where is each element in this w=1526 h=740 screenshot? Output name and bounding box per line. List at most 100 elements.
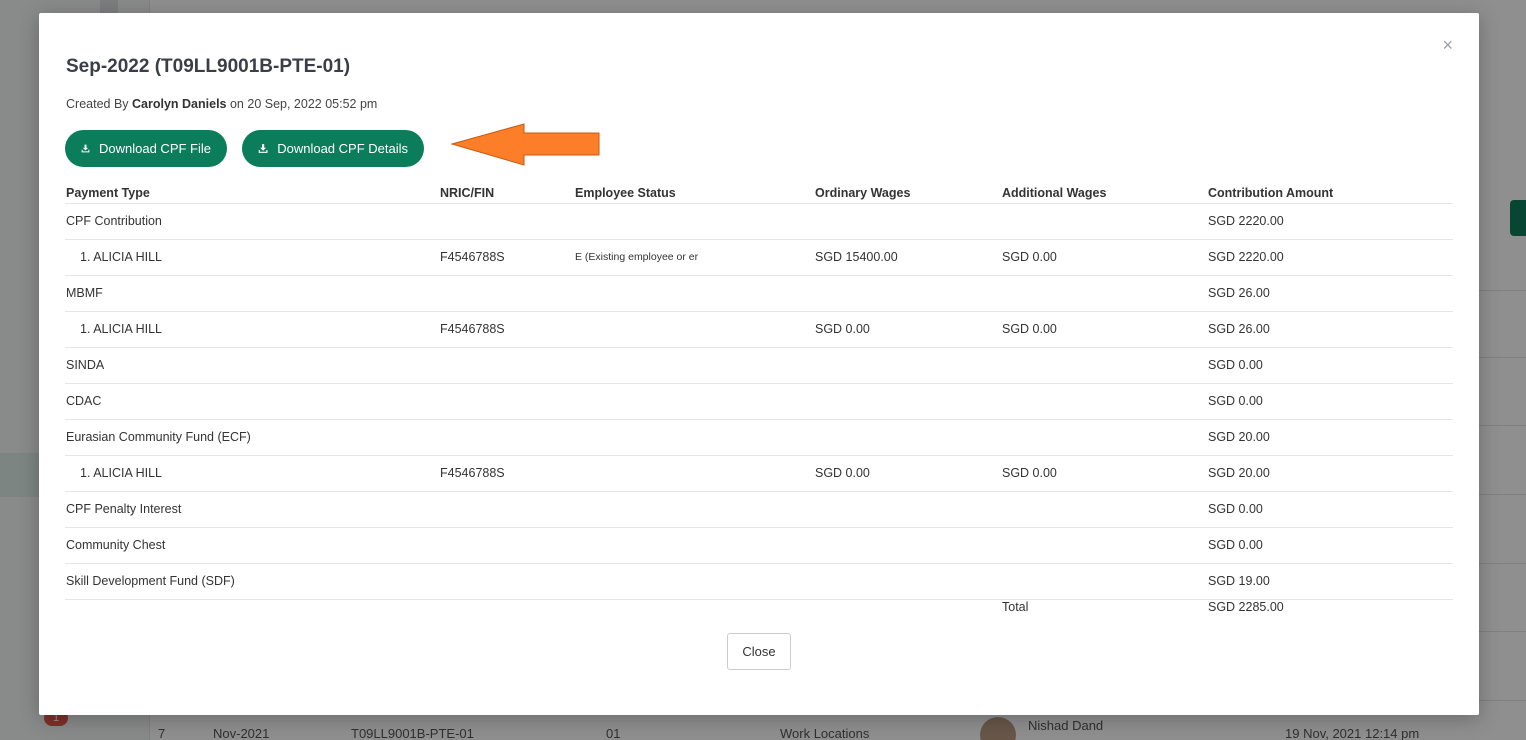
cell-employee-status	[574, 491, 814, 528]
cell-contribution-amount: SGD 19.00	[1207, 563, 1453, 600]
cell-additional-wages	[1001, 383, 1207, 420]
table-row: 1. ALICIA HILL F4546788S SGD 0.00 SGD 0.…	[65, 311, 1453, 348]
table-row: SINDA SGD 0.00	[65, 347, 1453, 384]
close-button[interactable]: Close	[727, 633, 791, 670]
created-prefix: Created By	[66, 97, 129, 111]
cell-additional-wages: SGD 0.00	[1001, 239, 1207, 276]
cell-payment-type: 1. ALICIA HILL	[65, 311, 439, 348]
cell-employee-status	[574, 419, 814, 456]
download-icon	[258, 144, 268, 153]
download-icon	[81, 144, 90, 153]
cell-employee-status	[574, 311, 814, 348]
cell-ordinary-wages	[814, 563, 1001, 600]
cell-employee-status	[574, 275, 814, 312]
cell-nric	[439, 563, 574, 600]
cell-payment-type: Eurasian Community Fund (ECF)	[65, 419, 439, 456]
cell-ordinary-wages	[814, 203, 1001, 240]
download-cpf-file-label: Download CPF File	[99, 141, 211, 156]
table-row: Eurasian Community Fund (ECF) SGD 20.00	[65, 419, 1453, 456]
cell-additional-wages	[1001, 203, 1207, 240]
cell-employee-status	[574, 527, 814, 564]
header-additional-wages: Additional Wages	[1001, 183, 1207, 204]
total-amount: SGD 2285.00	[1208, 599, 1284, 614]
cell-contribution-amount: SGD 20.00	[1207, 455, 1453, 492]
close-icon[interactable]: ×	[1442, 35, 1453, 55]
cell-contribution-amount: SGD 0.00	[1207, 527, 1453, 564]
cell-nric	[439, 347, 574, 384]
table-row: Skill Development Fund (SDF) SGD 19.00	[65, 563, 1453, 600]
cell-payment-type: Skill Development Fund (SDF)	[65, 563, 439, 600]
cell-additional-wages: SGD 0.00	[1001, 455, 1207, 492]
cell-employee-status: E (Existing employee or er	[574, 239, 814, 276]
table-row: CDAC SGD 0.00	[65, 383, 1453, 420]
cell-additional-wages	[1001, 527, 1207, 564]
cell-nric	[439, 527, 574, 564]
download-cpf-details-button[interactable]: Download CPF Details	[242, 130, 424, 167]
cell-additional-wages	[1001, 275, 1207, 312]
modal-title: Sep-2022 (T09LL9001B-PTE-01)	[66, 56, 351, 77]
cell-payment-type: SINDA	[65, 347, 439, 384]
cell-payment-type: Community Chest	[65, 527, 439, 564]
table-row: MBMF SGD 26.00	[65, 275, 1453, 312]
header-payment-type: Payment Type	[65, 183, 439, 204]
cpf-details-table: Payment Type NRIC/FIN Employee Status Or…	[65, 183, 1453, 621]
cell-contribution-amount: SGD 26.00	[1207, 275, 1453, 312]
cell-payment-type: CDAC	[65, 383, 439, 420]
cell-ordinary-wages: SGD 0.00	[814, 311, 1001, 348]
cpf-submission-modal: × Sep-2022 (T09LL9001B-PTE-01) Created B…	[39, 13, 1479, 715]
cell-ordinary-wages	[814, 527, 1001, 564]
header-nric: NRIC/FIN	[439, 183, 574, 204]
table-header-row: Payment Type NRIC/FIN Employee Status Or…	[65, 183, 1453, 204]
cell-nric	[439, 419, 574, 456]
cell-additional-wages	[1001, 347, 1207, 384]
cell-ordinary-wages: SGD 0.00	[814, 455, 1001, 492]
cell-payment-type: MBMF	[65, 275, 439, 312]
cell-employee-status	[574, 563, 814, 600]
cell-payment-type: CPF Contribution	[65, 203, 439, 240]
cell-ordinary-wages	[814, 491, 1001, 528]
header-contribution-amount: Contribution Amount	[1207, 183, 1453, 204]
table-row: CPF Penalty Interest SGD 0.00	[65, 491, 1453, 528]
cell-employee-status	[574, 383, 814, 420]
cell-nric	[439, 383, 574, 420]
cell-contribution-amount: SGD 0.00	[1207, 347, 1453, 384]
total-label: Total	[1002, 599, 1029, 614]
header-ordinary-wages: Ordinary Wages	[814, 183, 1001, 204]
table-row: CPF Contribution SGD 2220.00	[65, 203, 1453, 240]
cell-contribution-amount: SGD 26.00	[1207, 311, 1453, 348]
cell-nric: F4546788S	[439, 311, 574, 348]
cell-contribution-amount: SGD 2220.00	[1207, 239, 1453, 276]
download-cpf-file-button[interactable]: Download CPF File	[65, 130, 227, 167]
cell-ordinary-wages	[814, 347, 1001, 384]
cell-nric	[439, 491, 574, 528]
created-by-user: Carolyn Daniels	[132, 97, 227, 111]
cell-ordinary-wages	[814, 383, 1001, 420]
created-by-line: Created By Carolyn Daniels on 20 Sep, 20…	[66, 97, 377, 111]
cell-nric: F4546788S	[439, 455, 574, 492]
cell-contribution-amount: SGD 2220.00	[1207, 203, 1453, 240]
table-row: 1. ALICIA HILL F4546788S SGD 0.00 SGD 0.…	[65, 455, 1453, 492]
cell-additional-wages	[1001, 419, 1207, 456]
cell-additional-wages	[1001, 563, 1207, 600]
cell-additional-wages	[1001, 491, 1207, 528]
cell-nric	[439, 203, 574, 240]
download-cpf-details-label: Download CPF Details	[277, 141, 408, 156]
cell-payment-type: 1. ALICIA HILL	[65, 239, 439, 276]
cell-additional-wages: SGD 0.00	[1001, 311, 1207, 348]
arrow-annotation	[450, 123, 600, 166]
total-row: Total SGD 2285.00	[65, 599, 1453, 621]
cell-payment-type: 1. ALICIA HILL	[65, 455, 439, 492]
cell-nric: F4546788S	[439, 239, 574, 276]
cell-contribution-amount: SGD 20.00	[1207, 419, 1453, 456]
cell-employee-status	[574, 347, 814, 384]
header-employee-status: Employee Status	[574, 183, 814, 204]
cell-nric	[439, 275, 574, 312]
table-row: 1. ALICIA HILL F4546788S E (Existing emp…	[65, 239, 1453, 276]
cell-contribution-amount: SGD 0.00	[1207, 383, 1453, 420]
cell-payment-type: CPF Penalty Interest	[65, 491, 439, 528]
table-row: Community Chest SGD 0.00	[65, 527, 1453, 564]
created-date: on 20 Sep, 2022 05:52 pm	[229, 97, 378, 111]
cell-ordinary-wages	[814, 275, 1001, 312]
cell-contribution-amount: SGD 0.00	[1207, 491, 1453, 528]
cell-employee-status	[574, 455, 814, 492]
